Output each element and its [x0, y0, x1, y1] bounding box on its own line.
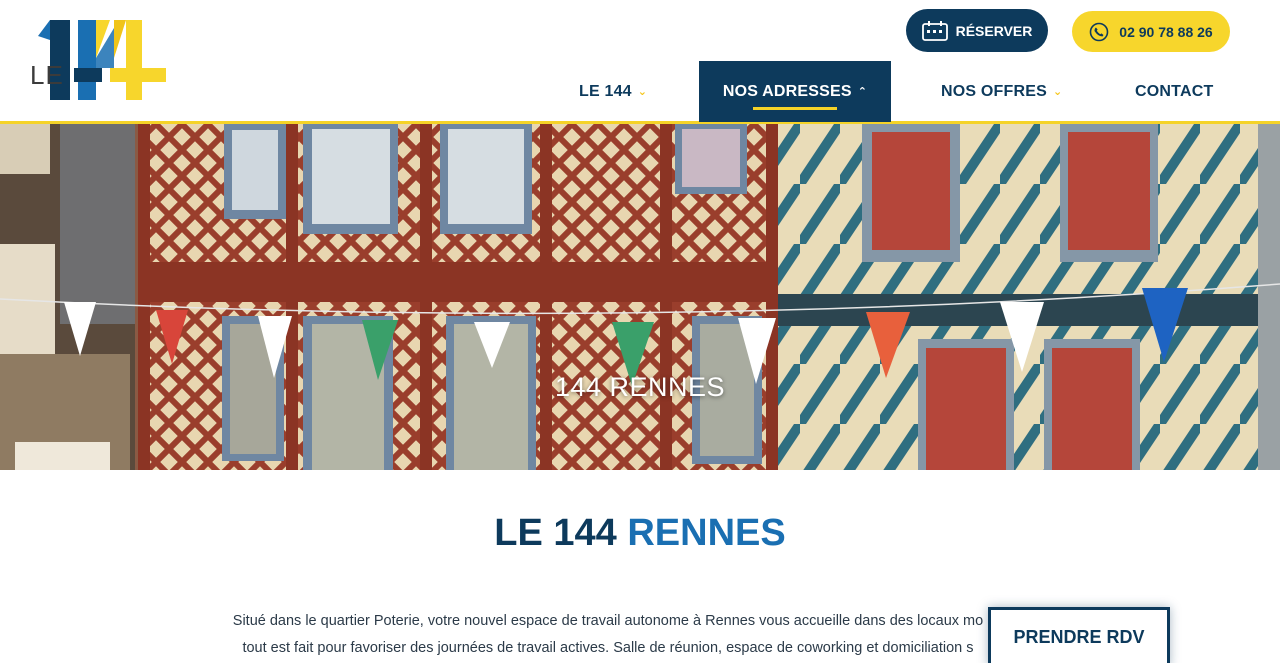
hero-banner: 144 RENNES	[0, 124, 1280, 470]
site-header: LE RÉSERVER 02 90 78 88 26 LE 144 ⌄ NOS …	[0, 0, 1280, 124]
hero-title: 144 RENNES	[554, 372, 726, 402]
hero-image	[0, 124, 1280, 470]
phone-icon	[1089, 22, 1109, 42]
chevron-down-icon: ⌄	[1053, 86, 1063, 98]
main-nav: LE 144 ⌄ NOS ADRESSES ⌃ NOS OFFRES ⌄ CON…	[0, 61, 1280, 122]
title-accent: RENNES	[627, 512, 786, 554]
nav-item-label: LE 144	[579, 82, 632, 100]
nav-item-nos-adresses[interactable]: NOS ADRESSES ⌃	[699, 61, 891, 122]
phone-button[interactable]: 02 90 78 88 26	[1072, 11, 1230, 52]
nav-item-label: NOS OFFRES	[941, 82, 1048, 100]
phone-number: 02 90 78 88 26	[1119, 23, 1213, 40]
chevron-up-icon: ⌃	[857, 86, 868, 98]
page-title: LE 144 RENNES	[0, 512, 1280, 555]
title-prefix: LE 144	[494, 512, 628, 554]
nav-item-label: CONTACT	[1135, 82, 1214, 100]
paragraph-line: Situé dans le quartier Poterie, votre no…	[232, 613, 984, 629]
chevron-down-icon: ⌄	[637, 86, 648, 98]
nav-item-le-144[interactable]: LE 144 ⌄	[579, 61, 647, 122]
active-underline	[753, 107, 837, 110]
book-appointment-button[interactable]: PRENDRE RDV	[988, 607, 1170, 663]
nav-item-contact[interactable]: CONTACT	[1135, 61, 1213, 122]
intro-paragraph: Situé dans le quartier Poterie, votre no…	[208, 608, 1008, 662]
calendar-icon	[921, 20, 948, 41]
paragraph-line: tout est fait pour favoriser des journée…	[242, 640, 974, 656]
reserve-button[interactable]: RÉSERVER	[906, 9, 1048, 52]
reserve-label: RÉSERVER	[955, 22, 1033, 39]
nav-item-label: NOS ADRESSES	[722, 82, 852, 100]
nav-item-nos-offres[interactable]: NOS OFFRES ⌄	[941, 61, 1062, 122]
